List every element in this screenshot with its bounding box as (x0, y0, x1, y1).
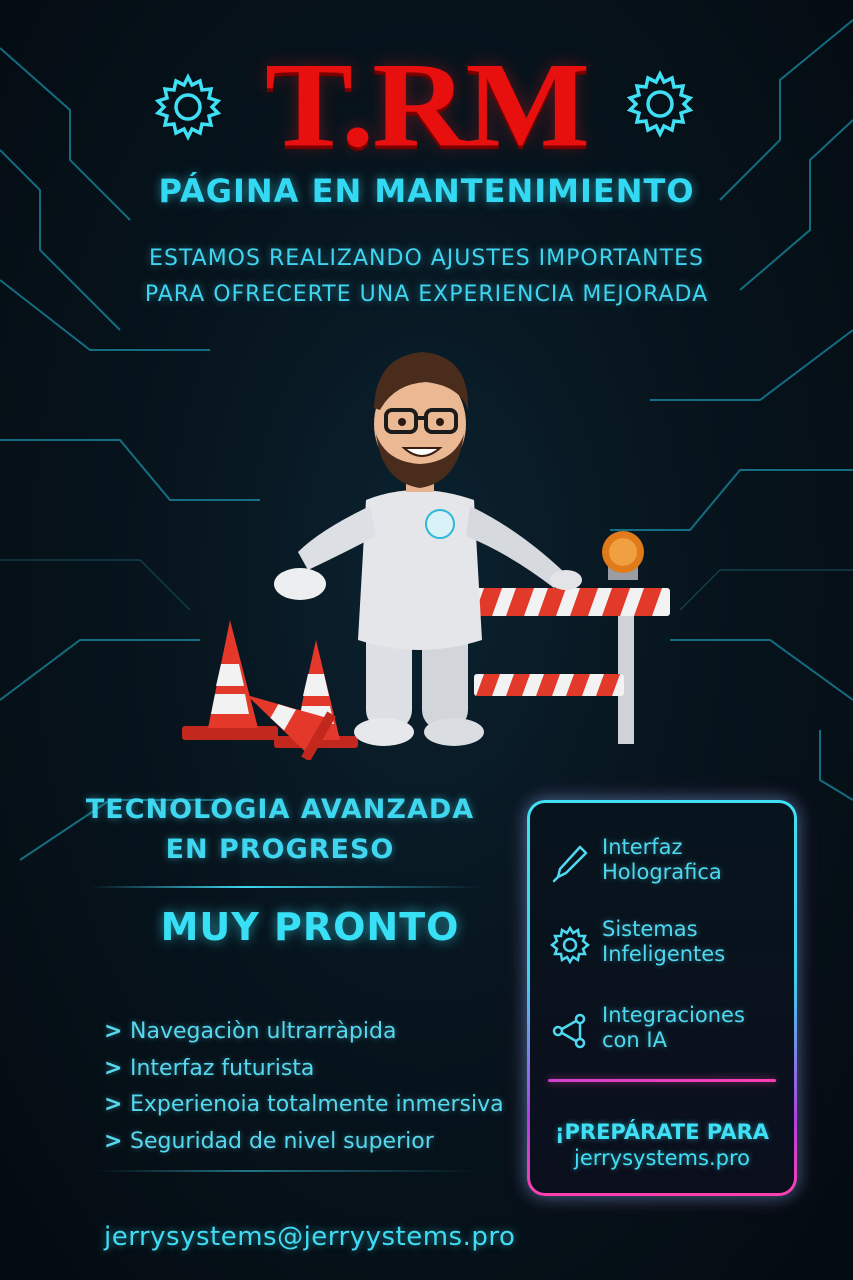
call-to-action: ¡PREPÁRATE PARA jerrysystems.pro (530, 1119, 794, 1171)
network-nodes-icon (552, 1013, 586, 1049)
page-title: PÁGINA EN MANTENIMIENTO (158, 172, 695, 210)
chevron-right-icon: > (104, 1055, 123, 1081)
subtitle-line-2: PARA OFRECERTE UNA EXPERIENCIA MEJORADA (144, 282, 709, 307)
tech-line-1: TECNOLOGIA AVANZADA (85, 794, 475, 825)
chevron-right-icon: > (104, 1092, 123, 1117)
maintenance-illustration (182, 352, 670, 760)
feature-item-holographic: Interfaz Holografica (550, 835, 790, 895)
list-item: > Experienoia totalmente inmersiva (104, 1087, 504, 1124)
feature-bullet-list: > Navegaciòn ultrarràpida > Interfaz futur… (104, 1014, 504, 1160)
subtitle-line-1: ESTAMOS REALIZANDO AJUSTES IMPORTANTES (149, 246, 704, 271)
gear-icon (550, 925, 590, 965)
feature-item-intelligent-systems: Sistemas Infeligentes (550, 917, 790, 977)
tech-line-2: EN PROGRESO (165, 834, 395, 865)
cta-line-1: ¡PREPÁRATE PARA (554, 1120, 770, 1144)
feature-title-line-1: Interfaz (602, 835, 683, 859)
chevron-right-icon: > (104, 1128, 123, 1154)
stylus-icon (552, 845, 588, 883)
section-divider (96, 1170, 476, 1172)
traffic-cones-illustration (182, 620, 358, 760)
coming-soon-heading: MUY PRONTO (160, 905, 460, 949)
features-panel: Interfaz Holografica Sistemas Infeligent… (527, 800, 797, 1196)
feature-item-ai-integrations: Integraciones con IA (550, 1003, 790, 1063)
panel-divider (548, 1079, 776, 1082)
list-item: > Interfaz futurista (104, 1051, 504, 1088)
feature-title-line-2: Holografica (602, 860, 722, 884)
feature-title-line-1: Integraciones (602, 1003, 745, 1027)
section-divider (90, 886, 480, 888)
road-barrier-illustration (474, 531, 670, 744)
feature-title-line-2: Infeligentes (602, 942, 726, 966)
list-item: > Seguridad de nivel superior (104, 1124, 504, 1161)
list-item: > Navegaciòn ultrarràpida (104, 1014, 504, 1051)
contact-email-link[interactable]: jerrysystems@jerryystems.pro (104, 1222, 515, 1252)
feature-title-line-1: Sistemas (602, 917, 698, 941)
feature-title-line-2: con IA (602, 1028, 667, 1052)
brand-logo: T.RM (264, 36, 590, 173)
chevron-right-icon: > (104, 1019, 123, 1044)
cta-website-link[interactable]: jerrysystems.pro (530, 1145, 794, 1171)
